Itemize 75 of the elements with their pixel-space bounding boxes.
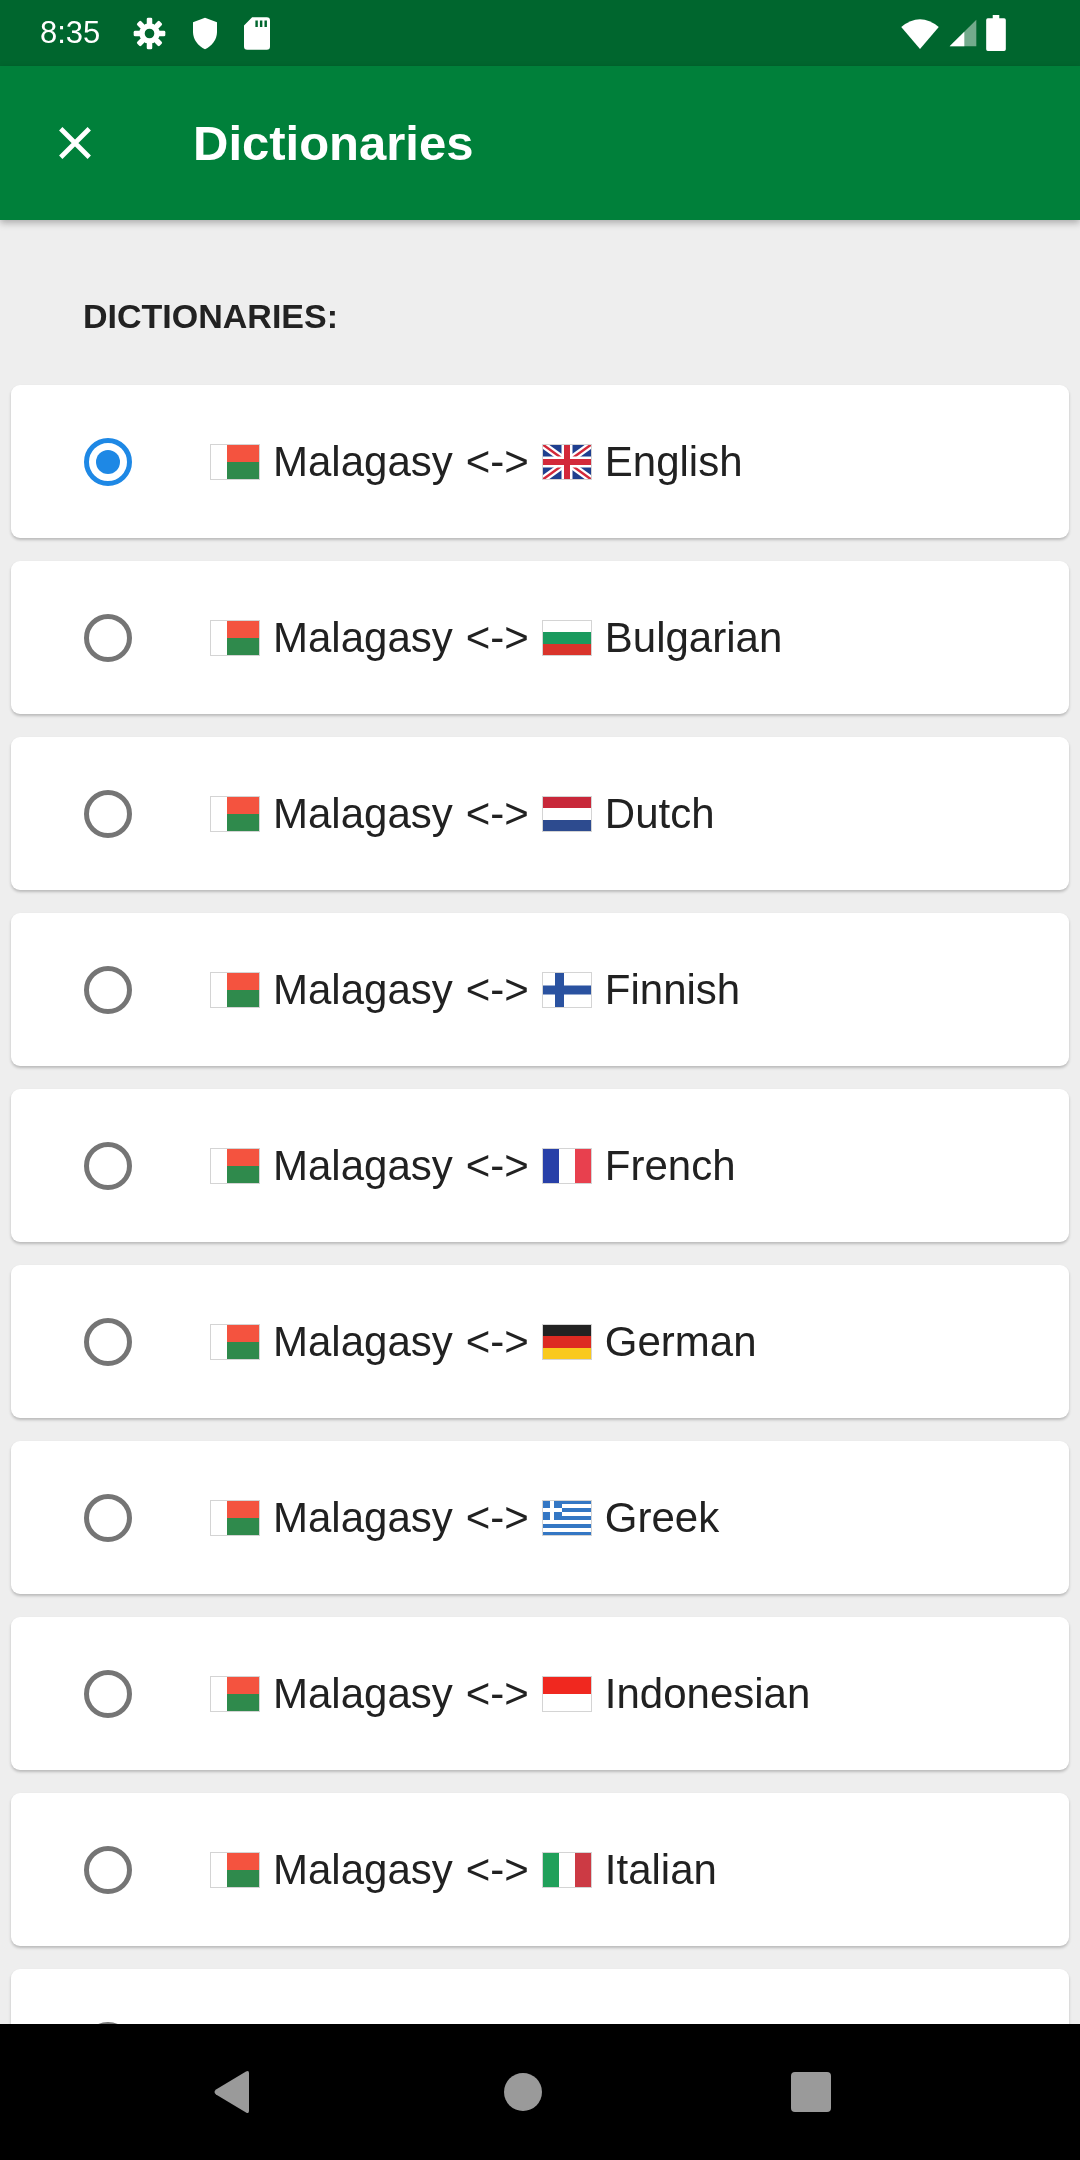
separator-text: <-> [465, 965, 529, 1014]
target-language: English [604, 437, 743, 486]
dictionary-card[interactable]: Malagasy <-> Italian [11, 1793, 1069, 1946]
back-icon[interactable] [213, 2070, 251, 2114]
flag-icon [541, 1499, 592, 1536]
radio-button[interactable] [84, 613, 132, 662]
flag-icon [541, 1851, 592, 1888]
separator-text: <-> [465, 1845, 529, 1894]
close-icon [56, 124, 94, 162]
source-language: Malagasy [273, 1669, 453, 1718]
separator-text: <-> [465, 1669, 529, 1718]
radio-button[interactable] [84, 1493, 132, 1542]
home-icon[interactable] [504, 2073, 542, 2111]
flag-icon [210, 1675, 260, 1712]
separator-text: <-> [465, 1493, 529, 1542]
source-language: Malagasy [273, 1493, 453, 1542]
dictionary-card[interactable]: Malagasy <-> Dutch [11, 737, 1069, 890]
target-language: Greek [604, 1493, 720, 1542]
dictionary-card[interactable]: Malagasy <-> German [11, 1265, 1069, 1418]
radio-button[interactable] [84, 1845, 132, 1894]
wifi-icon [900, 17, 940, 49]
radio-button[interactable] [84, 437, 132, 486]
flag-icon [541, 443, 592, 480]
flag-icon [210, 1851, 260, 1888]
dictionary-card[interactable]: Malagasy <-> Finnish [11, 913, 1069, 1066]
section-heading: DICTIONARIES: [83, 296, 338, 336]
target-language: Italian [604, 1845, 717, 1894]
clock-time: 8:35 [40, 15, 101, 51]
target-language: Bulgarian [604, 613, 783, 662]
dictionary-card[interactable]: Malagasy <-> Indonesian [11, 1617, 1069, 1770]
separator-text: <-> [465, 789, 529, 838]
sd-card-icon [244, 16, 271, 50]
dictionary-card[interactable]: Malagasy <-> Bulgarian [11, 561, 1069, 714]
source-language: Malagasy [273, 789, 453, 838]
flag-icon [210, 1499, 260, 1536]
source-language: Malagasy [273, 1317, 453, 1366]
radio-button[interactable] [84, 965, 132, 1014]
signal-icon [947, 17, 979, 49]
flag-icon [210, 443, 260, 480]
screen-title: Dictionaries [193, 115, 474, 171]
flag-icon [541, 619, 592, 656]
source-language: Malagasy [273, 1141, 453, 1190]
flag-icon [210, 1323, 260, 1360]
separator-text: <-> [465, 613, 529, 662]
target-language: Indonesian [604, 1669, 811, 1718]
flag-icon [541, 795, 592, 832]
flag-icon [210, 795, 260, 832]
radio-button[interactable] [84, 789, 132, 838]
flag-icon [210, 619, 260, 656]
dictionary-card[interactable]: Malagasy <-> Greek [11, 1441, 1069, 1594]
flag-icon [210, 1147, 260, 1184]
flag-icon [541, 1147, 592, 1184]
target-language: Dutch [604, 789, 715, 838]
radio-button[interactable] [84, 1317, 132, 1366]
radio-button[interactable] [84, 1141, 132, 1190]
separator-text: <-> [465, 1141, 529, 1190]
target-language: Finnish [604, 965, 741, 1014]
flag-icon [541, 971, 592, 1008]
target-language: German [604, 1317, 757, 1366]
source-language: Malagasy [273, 613, 453, 662]
flag-icon [541, 1675, 592, 1712]
source-language: Malagasy [273, 437, 453, 486]
settings-icon [133, 16, 167, 50]
shield-icon [193, 16, 218, 50]
source-language: Malagasy [273, 965, 453, 1014]
battery-icon [986, 15, 1006, 51]
separator-text: <-> [465, 437, 529, 486]
dictionary-card[interactable]: Malagasy <-> English [11, 385, 1069, 538]
source-language: Malagasy [273, 1845, 453, 1894]
flag-icon [541, 1323, 592, 1360]
flag-icon [210, 971, 260, 1008]
radio-button[interactable] [84, 1669, 132, 1718]
target-language: French [604, 1141, 736, 1190]
separator-text: <-> [465, 1317, 529, 1366]
dictionary-card[interactable]: Malagasy <-> French [11, 1089, 1069, 1242]
